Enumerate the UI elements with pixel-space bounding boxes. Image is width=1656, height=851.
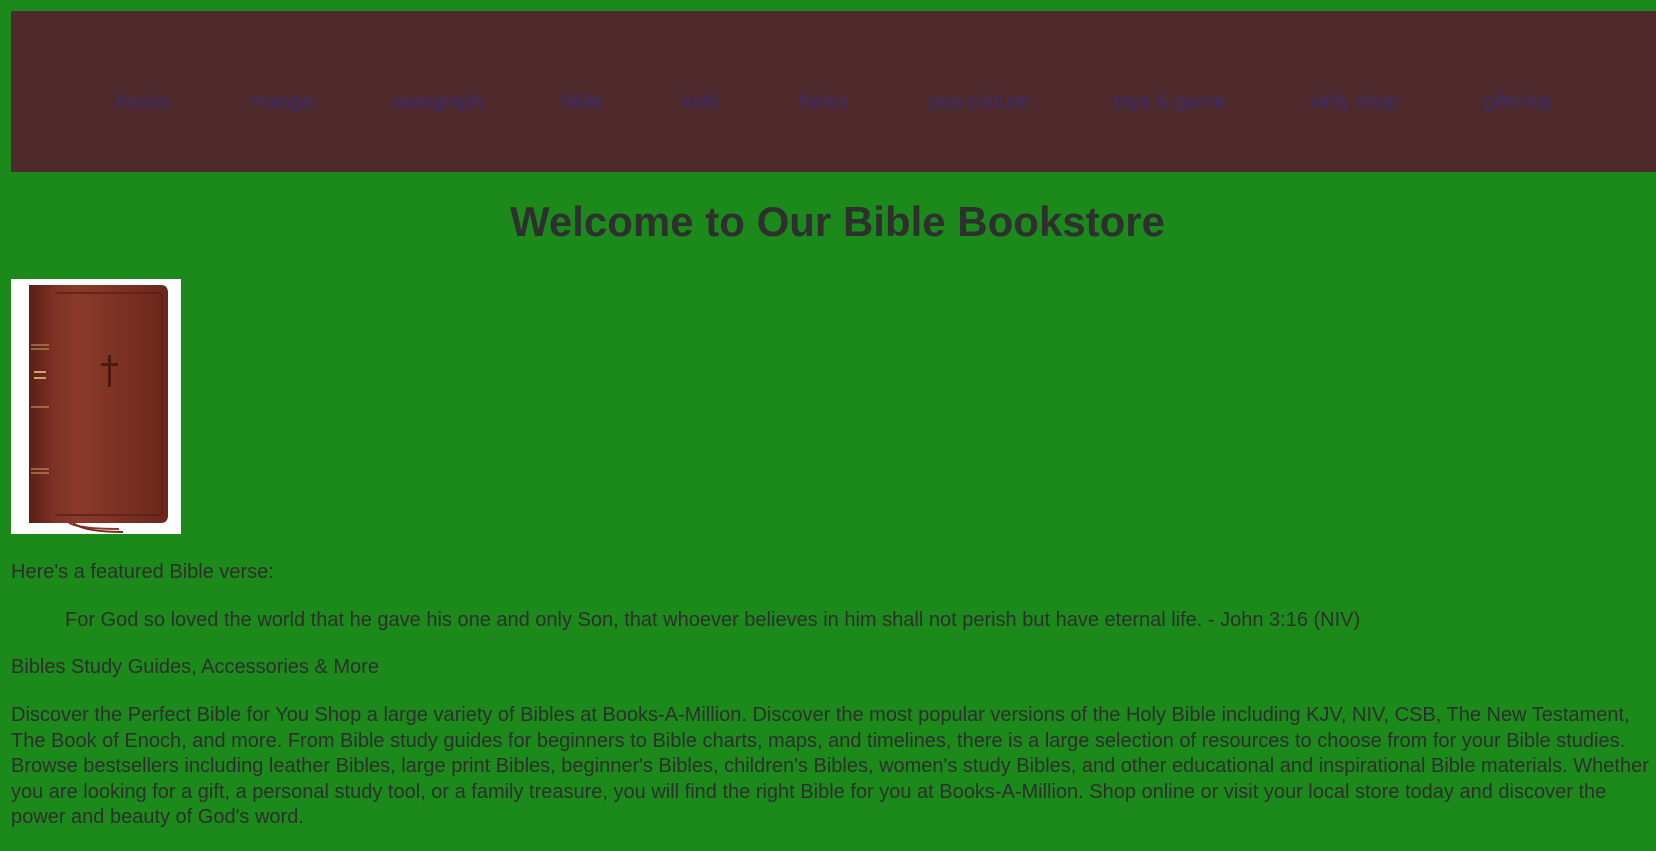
featured-verse: For God so loved the world that he gave … (65, 609, 1361, 631)
nav-link-toys-and-game[interactable]: toys & game (1114, 91, 1225, 114)
nav-link-vinly-shop[interactable]: vinly shop (1310, 91, 1399, 114)
nav-link-kids[interactable]: kids (683, 91, 719, 114)
bible-description: Discover the Perfect Bible for You Shop … (11, 704, 1649, 828)
bible-product-image (11, 279, 181, 534)
nav-link-bible[interactable]: bible (561, 91, 603, 114)
nav-link-giftshop[interactable]: giftshop (1483, 91, 1553, 114)
section-heading: Bibles Study Guides, Accessories & More (11, 656, 379, 678)
page-title: Welcome to Our Bible Bookstore (510, 198, 1165, 245)
nav-link-manga[interactable]: manga (251, 91, 312, 114)
nav-link-books[interactable]: books (116, 91, 169, 114)
nav-link-funko[interactable]: funko (800, 91, 849, 114)
top-navigation: books manga autograph bible kids funko p… (11, 11, 1656, 172)
nav-link-autograph[interactable]: autograph (393, 91, 483, 114)
featured-verse-intro: Here's a featured Bible verse: (11, 561, 274, 583)
nav-link-pop-culture[interactable]: pop culture (929, 91, 1028, 114)
bible-book-illustration (11, 279, 181, 534)
